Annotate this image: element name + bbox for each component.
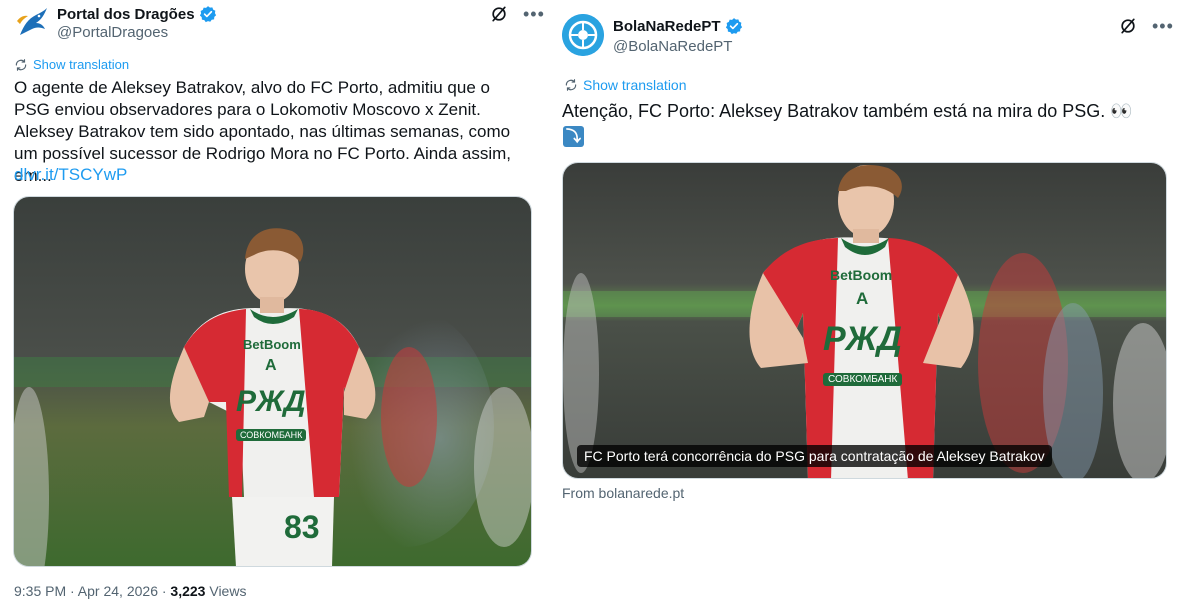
tweet-meta: 9:35 PM · Apr 24, 2026 · 3,223 Views (14, 583, 246, 599)
display-name-text[interactable]: Portal dos Dragões (57, 6, 195, 23)
display-name[interactable]: BolaNaRedePT (613, 17, 743, 35)
jersey-crest: A (265, 357, 277, 374)
jersey-main-logo: PЖД (823, 320, 902, 358)
show-translation-label[interactable]: Show translation (583, 77, 687, 93)
show-translation-link[interactable]: Show translation (564, 77, 687, 93)
tweet-photo[interactable]: BetBoom A PЖД СОВКОМБАНК 83 (13, 196, 532, 567)
player-photo (14, 197, 531, 566)
jersey-sponsor-top: BetBoom (830, 267, 893, 283)
handle[interactable]: @BolaNaRedePT (613, 38, 732, 55)
jersey-sponsor-top: BetBoom (243, 337, 301, 352)
link-card-caption: FC Porto terá concorrência do PSG para c… (577, 445, 1052, 467)
avatar-bolanarede[interactable] (562, 14, 604, 56)
display-name[interactable]: Portal dos Dragões (57, 5, 217, 23)
avatar-portal-dragoes[interactable] (14, 5, 50, 41)
grok-icon[interactable] (489, 4, 509, 24)
show-translation-label[interactable]: Show translation (33, 57, 129, 72)
jersey-main-logo: PЖД (236, 385, 306, 418)
display-name-text[interactable]: BolaNaRedePT (613, 18, 721, 35)
jersey-crest: A (856, 289, 869, 308)
tweet-bolanarede[interactable]: BolaNaRedePT @BolaNaRedePT ••• Show tran… (548, 0, 1200, 608)
more-options-icon[interactable]: ••• (1152, 16, 1174, 36)
dragon-logo-icon (17, 8, 47, 35)
more-options-icon[interactable]: ••• (523, 4, 545, 24)
translate-icon (15, 58, 27, 71)
tweet-portal-dragoes[interactable]: Portal dos Dragões @PortalDragoes ••• Sh… (0, 0, 545, 608)
views-label: Views (205, 583, 247, 599)
translate-icon (565, 79, 577, 91)
jersey-bank: СОВКОМБАНК (823, 373, 903, 386)
verified-badge-icon (199, 6, 216, 23)
link-card-image[interactable]: BetBoom A PЖД СОВКОМБАНК FC Porto terá c… (562, 162, 1167, 479)
grok-icon[interactable] (1118, 16, 1138, 36)
views-count: 3,223 (170, 583, 206, 599)
football-logo-icon (562, 14, 604, 56)
timestamp[interactable]: 9:35 PM · Apr 24, 2026 · (14, 583, 170, 599)
tweet-text: Atenção, FC Porto: Aleksey Batrakov tamb… (562, 101, 1133, 121)
jersey-number: 83 (284, 509, 320, 545)
handle[interactable]: @PortalDragoes (57, 24, 168, 41)
show-translation-link[interactable]: Show translation (14, 57, 129, 72)
link-source[interactable]: From bolanarede.pt (562, 485, 684, 501)
jersey-bank: СОВКОМБАНК (236, 429, 307, 441)
verified-badge-icon (725, 18, 742, 35)
arrow-down-icon: ⤵ (563, 126, 584, 147)
tweet-link[interactable]: dlvr.it/TSCYwP (14, 165, 127, 185)
